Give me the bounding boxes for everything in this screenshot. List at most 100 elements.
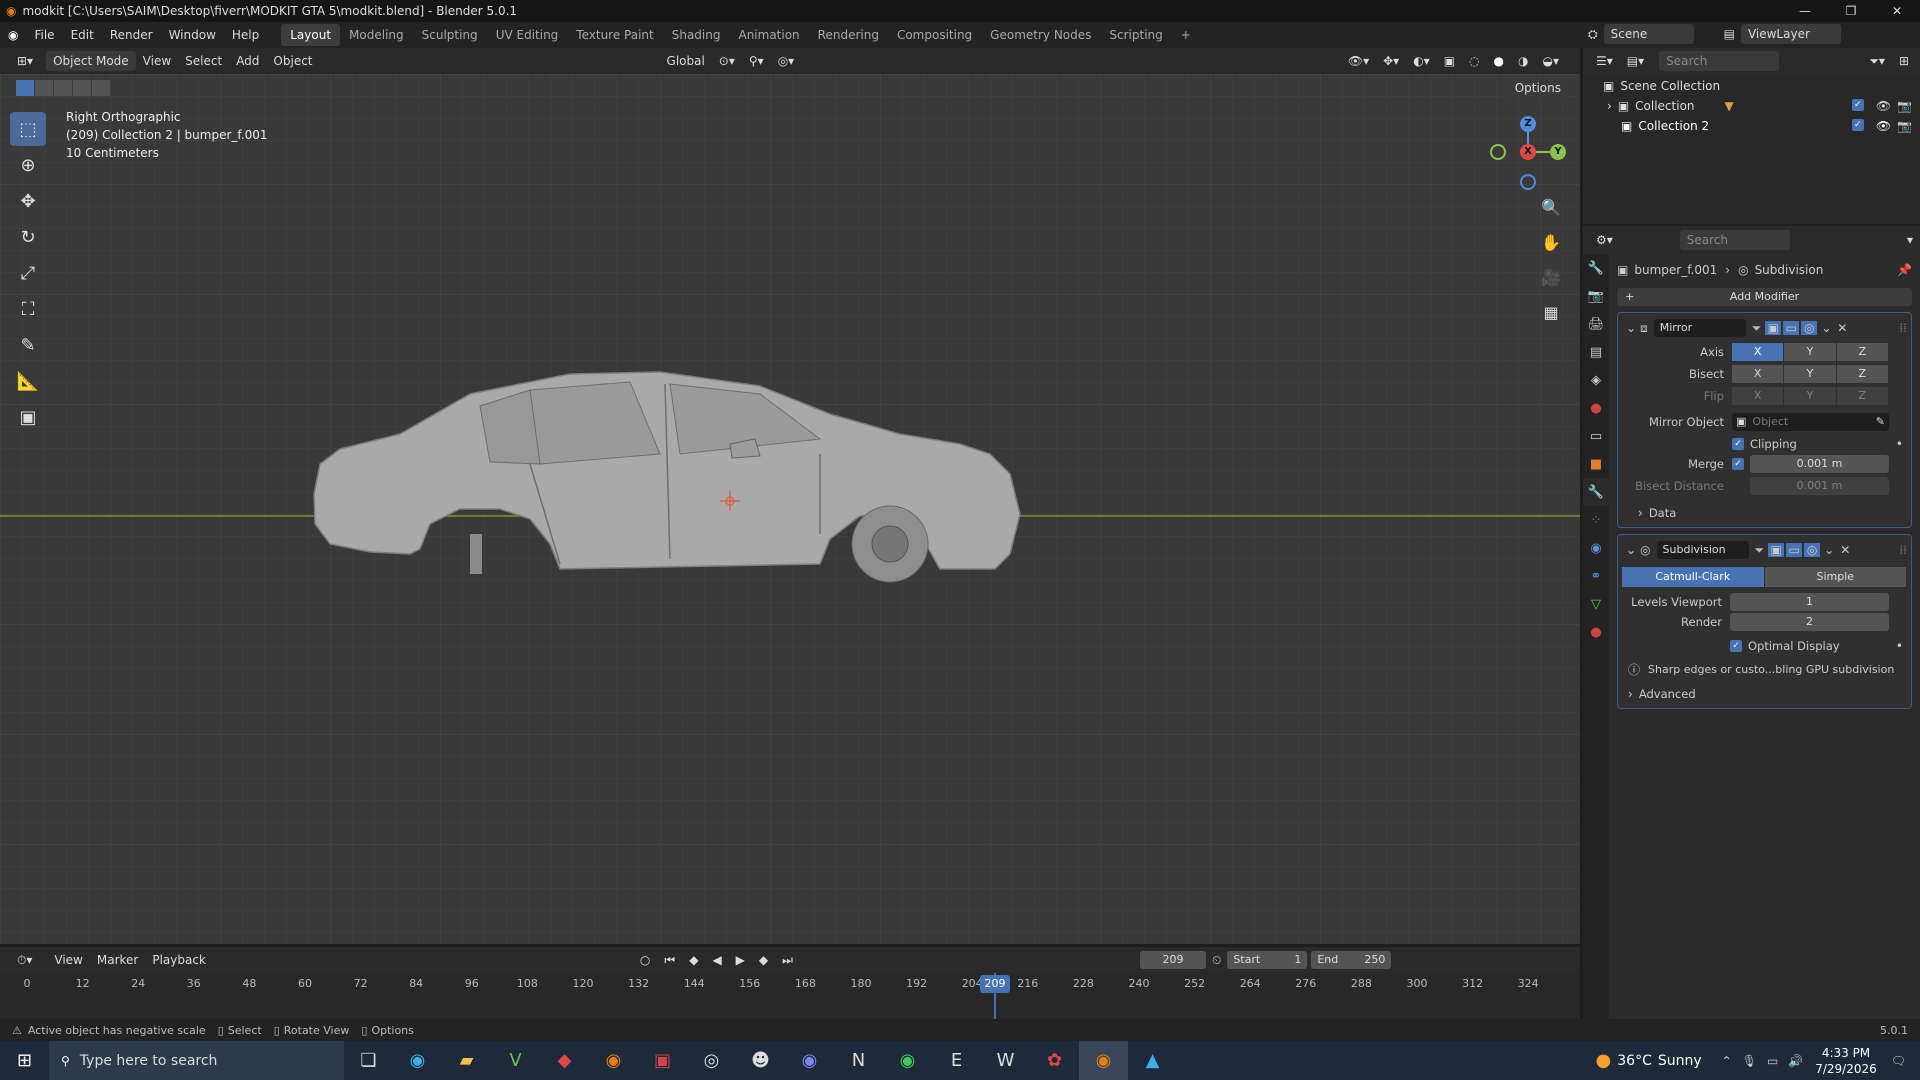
flip-x-toggle[interactable]: X xyxy=(1732,387,1784,405)
exclude-checkbox[interactable]: ✓ xyxy=(1851,119,1864,131)
mirror-name-field[interactable]: Mirror xyxy=(1653,319,1746,337)
windows-start-icon[interactable]: ⊞ xyxy=(0,1041,49,1080)
wolf-app-icon[interactable]: W xyxy=(981,1041,1030,1080)
optimal-display-checkbox[interactable]: ✓ xyxy=(1730,640,1742,652)
constraints-tab-icon[interactable]: ⚭ xyxy=(1583,562,1609,590)
object-tab-icon[interactable]: ■ xyxy=(1583,450,1609,478)
merge-distance-field[interactable]: 0.001 m xyxy=(1750,455,1889,473)
levels-viewport-field[interactable]: 1 xyxy=(1730,593,1889,611)
gta-icon[interactable]: V xyxy=(491,1041,540,1080)
taskbar-search-box[interactable]: ⚲ Type here to search xyxy=(49,1041,344,1080)
next-keyframe-icon[interactable]: ◆ xyxy=(752,950,775,970)
properties-options-icon[interactable]: ▾ xyxy=(1900,230,1920,250)
tray-chevron-icon[interactable]: ⌃ xyxy=(1722,1054,1732,1068)
simple-toggle[interactable]: Simple xyxy=(1764,567,1906,587)
menu-object[interactable]: Object xyxy=(266,51,319,71)
notifications-icon[interactable]: 🗨 xyxy=(1891,1054,1906,1068)
properties-editor-type-icon[interactable]: ⚙▾ xyxy=(1589,230,1620,250)
menu-window[interactable]: Window xyxy=(161,22,224,48)
minimize-button[interactable]: — xyxy=(1782,0,1828,22)
eye-icon[interactable]: 👁 xyxy=(1876,119,1891,133)
overlay-toggle-icon[interactable]: ◐▾ xyxy=(1406,51,1437,71)
microphone-icon[interactable]: 🎙 xyxy=(1742,1054,1757,1068)
play-reverse-icon[interactable]: ◀ xyxy=(705,950,728,970)
visibility-icon[interactable]: 👁▾ xyxy=(1341,51,1376,71)
material-shading-icon[interactable]: ◑ xyxy=(1511,51,1535,71)
cage-icon[interactable]: ▣ xyxy=(1765,321,1782,335)
menu-file[interactable]: File xyxy=(26,22,62,48)
game-icon[interactable]: ▣ xyxy=(638,1041,687,1080)
menu-add[interactable]: Add xyxy=(229,51,266,71)
add-modifier-button[interactable]: + Add Modifier xyxy=(1617,288,1912,306)
render-camera-icon[interactable]: 📷 xyxy=(1897,119,1912,133)
menu-select[interactable]: Select xyxy=(178,51,229,71)
tab-shading[interactable]: Shading xyxy=(663,24,730,46)
menu-edit[interactable]: Edit xyxy=(63,22,102,48)
close-button[interactable]: ✕ xyxy=(1874,0,1920,22)
play-icon[interactable]: ▶ xyxy=(729,950,752,970)
render-tab-icon[interactable]: 📷 xyxy=(1583,282,1609,310)
whatsapp-icon[interactable]: ◉ xyxy=(883,1041,932,1080)
solid-shading-icon[interactable]: ● xyxy=(1487,51,1511,71)
edit-mode-icon[interactable]: ⏷ xyxy=(1755,543,1765,558)
edge-icon[interactable]: ◉ xyxy=(393,1041,442,1080)
merge-checkbox[interactable]: ✓ xyxy=(1732,458,1744,470)
tab-geometry-nodes[interactable]: Geometry Nodes xyxy=(981,24,1100,46)
tab-sculpting[interactable]: Sculpting xyxy=(413,24,487,46)
drag-handle-icon[interactable]: ⁞⁞ xyxy=(1899,543,1907,557)
outliner-item-collection-2[interactable]: ▣ Collection 2 ✓ 👁 📷 xyxy=(1583,116,1920,136)
xray-icon[interactable]: ▣ xyxy=(1437,51,1462,71)
3d-viewport[interactable]: Options ⬚ ⊕ ✥ ↻ ⤢ ⛶ ✎ 📐 ▣ Right Orthogra… xyxy=(0,74,1580,944)
view-layer-tab-icon[interactable]: ▤ xyxy=(1583,338,1609,366)
cage-icon[interactable]: ▣ xyxy=(1768,543,1785,557)
properties-search-input[interactable]: Search xyxy=(1679,230,1790,250)
collection-tab-icon[interactable]: ▭ xyxy=(1583,422,1609,450)
dropdown-icon[interactable]: ⌄ xyxy=(1821,321,1831,335)
app-red-icon[interactable]: ◆ xyxy=(540,1041,589,1080)
maximize-button[interactable]: ❐ xyxy=(1828,0,1874,22)
volume-icon[interactable]: 🔊 xyxy=(1788,1054,1803,1068)
blender-taskbar-icon[interactable]: ◉ xyxy=(589,1041,638,1080)
add-workspace-button[interactable]: + xyxy=(1172,24,1200,46)
start-frame-field[interactable]: Start 1 xyxy=(1227,951,1308,969)
axis-y-toggle[interactable]: Y xyxy=(1784,343,1836,361)
world-tab-icon[interactable]: ● xyxy=(1583,394,1609,422)
timeline-editor-type-icon[interactable]: ⏱▾ xyxy=(10,950,39,970)
clock[interactable]: 4:33 PM 7/29/2026 xyxy=(1815,1045,1877,1077)
end-frame-field[interactable]: End 250 xyxy=(1311,951,1392,969)
exclude-checkbox[interactable]: ✓ xyxy=(1851,99,1864,111)
collapse-arrow-icon[interactable]: ⌄ xyxy=(1626,321,1636,335)
output-tab-icon[interactable]: 🖨 xyxy=(1583,310,1609,338)
collapse-arrow-icon[interactable]: ⌄ xyxy=(1626,543,1636,557)
timeline-view-menu[interactable]: View xyxy=(47,950,89,970)
epic-games-icon[interactable]: E xyxy=(932,1041,981,1080)
menu-render[interactable]: Render xyxy=(102,22,161,48)
remove-modifier-icon[interactable]: ✕ xyxy=(1837,321,1847,335)
viewport-display-icon[interactable]: ▭ xyxy=(1786,543,1803,557)
gizmo-toggle-icon[interactable]: ✥▾ xyxy=(1376,51,1406,71)
menu-help[interactable]: Help xyxy=(224,22,267,48)
timeline-area[interactable]: 0 12 24 36 48 60 72 84 96 108 120 132 144 156 168 180 19… xyxy=(0,973,1580,1019)
tab-texture-paint[interactable]: Texture Paint xyxy=(567,24,662,46)
tab-uv-editing[interactable]: UV Editing xyxy=(487,24,568,46)
axis-z-toggle[interactable]: Z xyxy=(1836,343,1888,361)
axis-x-toggle[interactable]: X xyxy=(1732,343,1784,361)
rendered-shading-icon[interactable]: ◒▾ xyxy=(1536,51,1567,71)
bisect-x-toggle[interactable]: X xyxy=(1732,365,1784,383)
modifier-tab-icon[interactable]: 🔧 xyxy=(1583,478,1609,506)
flip-z-toggle[interactable]: Z xyxy=(1836,387,1888,405)
mode-selector[interactable]: Object Mode xyxy=(46,51,136,71)
task-view-icon[interactable]: ❏ xyxy=(344,1041,393,1080)
timeline-playback-menu[interactable]: Playback xyxy=(145,950,213,970)
view-layer-selector[interactable]: ViewLayer xyxy=(1740,24,1841,44)
mirror-object-field[interactable]: ▣ Object ✎ xyxy=(1732,413,1889,431)
weather-temp[interactable]: 36°C xyxy=(1617,1053,1652,1069)
current-frame-field[interactable]: 209 xyxy=(1139,951,1206,969)
new-collection-icon[interactable]: ⊞ xyxy=(1892,51,1916,71)
car-model[interactable] xyxy=(300,344,1220,624)
notepad-icon[interactable]: N xyxy=(834,1041,883,1080)
render-display-icon[interactable]: ◎ xyxy=(1804,543,1821,557)
prev-keyframe-icon[interactable]: ◆ xyxy=(682,950,705,970)
data-subpanel-header[interactable]: › Data xyxy=(1622,503,1907,523)
subdivision-name-field[interactable]: Subdivision xyxy=(1656,541,1749,559)
